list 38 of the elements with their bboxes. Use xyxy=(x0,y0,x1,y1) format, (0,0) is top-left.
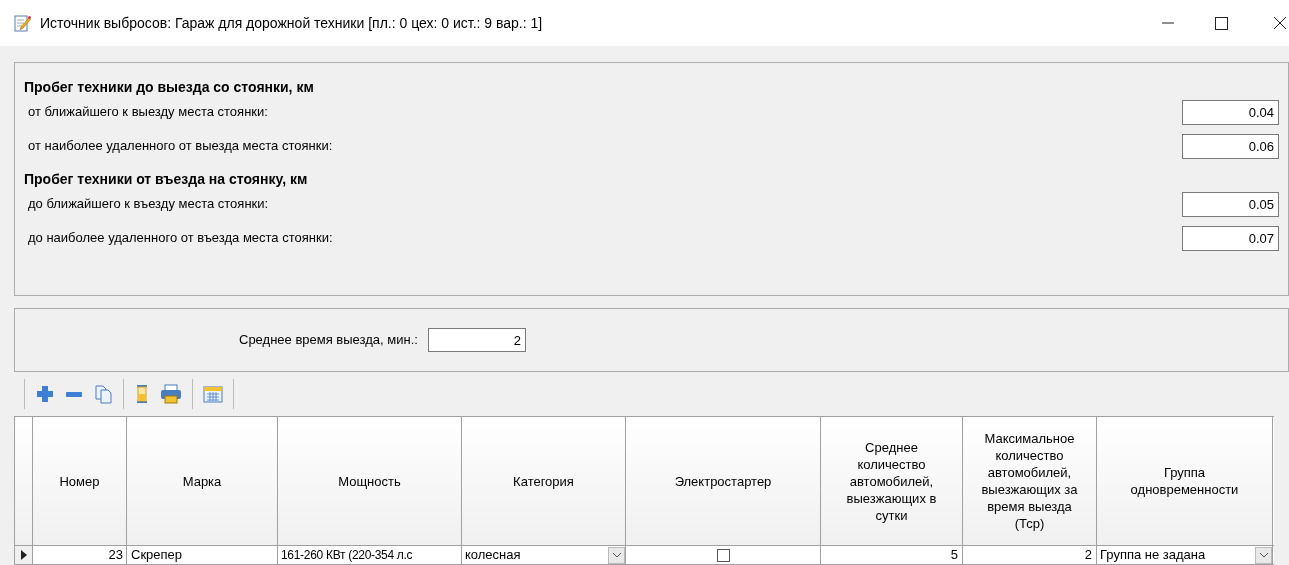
distance-field[interactable]: 0.04 xyxy=(1182,99,1279,125)
dropdown-value[interactable]: Группа не задана xyxy=(1100,546,1206,564)
column-header[interactable]: Номер xyxy=(33,417,127,545)
table-cell: Скрепер xyxy=(131,546,183,564)
section-heading: Пробег техники до выезда со стоянки, км xyxy=(24,78,315,95)
hourglass-icon[interactable] xyxy=(134,384,150,404)
column-header[interactable]: Группа одновременности xyxy=(1097,417,1273,545)
current-row-icon xyxy=(20,550,27,560)
copy-icon[interactable] xyxy=(93,384,113,404)
column-header[interactable]: Марка xyxy=(127,417,278,545)
column-header[interactable]: Мощность xyxy=(278,417,462,545)
field-label: до наиболее удаленного от въезда места стоянки: xyxy=(28,229,333,248)
maximize-icon[interactable] xyxy=(1214,16,1228,30)
section-heading: Пробег техники от въезда на стоянку, км xyxy=(24,170,309,187)
close-icon[interactable] xyxy=(1273,16,1287,30)
table-cell: 5 xyxy=(950,546,958,564)
table-cell: 23 xyxy=(108,546,123,564)
table-cell: 2 xyxy=(1084,546,1092,564)
edit-document-icon xyxy=(13,14,31,32)
column-header[interactable]: Максимальное количество автомобилей, выезжающих за время выезда (Тср) xyxy=(963,417,1097,545)
distance-field[interactable]: 0.06 xyxy=(1182,133,1279,159)
distance-field[interactable]: 0.05 xyxy=(1182,191,1279,217)
checkbox[interactable] xyxy=(716,548,730,562)
field-label: Среднее время выезда, мин.: xyxy=(239,331,418,350)
departure-time-field[interactable]: 2 xyxy=(427,328,526,352)
field-label: от наиболее удаленного от выезда места стоянки: xyxy=(28,137,333,156)
distance-field[interactable]: 0.07 xyxy=(1182,225,1279,251)
window-title: Источник выбросов: Гараж для дорожной техники [пл.: 0 цех: 0 ист.: 9 вар.: 1] xyxy=(40,13,543,33)
column-header[interactable]: Среднее количество автомобилей, выезжающих в сутки xyxy=(821,417,963,545)
field-label: от ближайшего к выезду места стоянки: xyxy=(28,103,268,122)
plus-icon[interactable] xyxy=(35,384,55,404)
column-header[interactable]: Категория xyxy=(462,417,626,545)
dropdown-value[interactable]: колесная xyxy=(465,546,521,564)
field-label: до ближайшего к въезду места стоянки: xyxy=(28,195,269,214)
table-cell-text: 161-260 КВт (220-354 л.с xyxy=(281,547,413,564)
column-header[interactable]: Электростартер xyxy=(626,417,821,545)
table-icon[interactable] xyxy=(203,384,223,404)
printer-icon[interactable] xyxy=(160,384,182,404)
